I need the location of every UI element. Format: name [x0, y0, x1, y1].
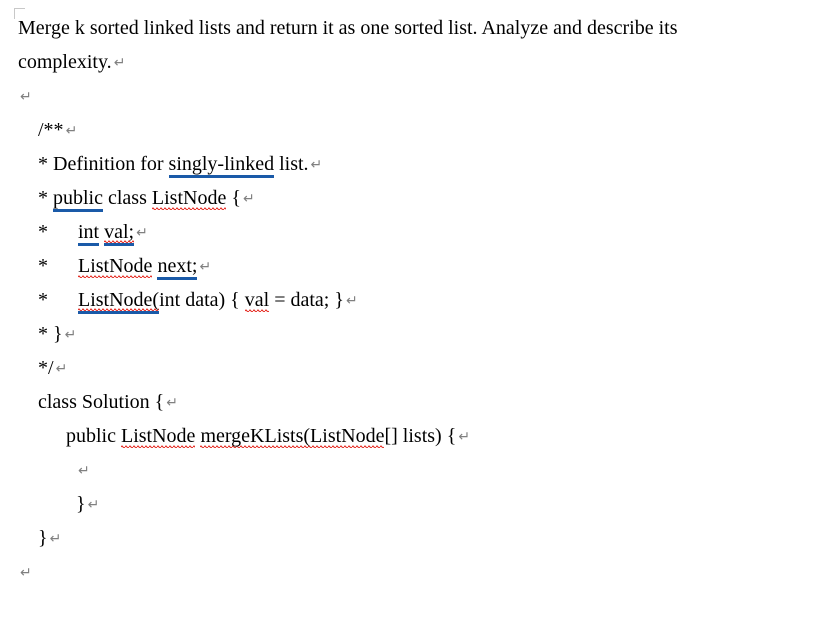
code-line: * Definition for singly-linked list.↵ [18, 148, 807, 180]
code-line: }↵ [18, 488, 807, 520]
text: int data) { [159, 289, 245, 311]
paragraph-mark-icon: ↵ [18, 564, 32, 580]
code-line: ↵ [18, 454, 807, 486]
text: [] lists) { [384, 425, 456, 447]
code-line: * ListNode next;↵ [18, 250, 807, 282]
code-line: class Solution {↵ [18, 386, 807, 418]
paragraph-mark-icon: ↵ [456, 428, 470, 444]
code-line: * ListNode(int data) { val = data; }↵ [18, 284, 807, 316]
text: * } [38, 323, 63, 345]
grammar-flag: next; [157, 255, 197, 278]
text: Merge k sorted linked lists and return i… [18, 17, 677, 39]
problem-statement-line2: complexity.↵ [18, 46, 807, 78]
text: { [226, 187, 241, 209]
paragraph-mark-icon: ↵ [309, 156, 323, 172]
spell-flag: ListNode [152, 187, 226, 210]
paragraph-mark-icon: ↵ [76, 462, 90, 478]
code-line: * int val;↵ [18, 216, 807, 248]
text: class Solution { [38, 391, 164, 413]
paragraph-mark-icon: ↵ [63, 326, 77, 342]
text: * [38, 221, 53, 243]
text: list. [274, 153, 308, 175]
text: * Definition for [38, 153, 169, 175]
paragraph-mark-icon: ↵ [344, 292, 358, 308]
paragraph-mark-icon: ↵ [18, 88, 32, 104]
code-line: * }↵ [18, 318, 807, 350]
text: complexity. [18, 51, 112, 73]
text: = data; } [269, 289, 344, 311]
grammar-flag: int [78, 221, 99, 244]
text: } [76, 493, 86, 515]
text: * [38, 289, 53, 311]
spell-flag: val [245, 289, 269, 312]
paragraph-mark-icon: ↵ [48, 530, 62, 546]
text: } [38, 527, 48, 549]
code-line: */↵ [18, 352, 807, 384]
text: * [38, 187, 53, 209]
paragraph-mark-icon: ↵ [164, 394, 178, 410]
blank-line: ↵ [18, 556, 807, 588]
paragraph-mark-icon: ↵ [54, 360, 68, 376]
grammar-flag: public [53, 187, 103, 210]
spell-flag: mergeKLists(ListNode [200, 425, 384, 448]
text: class [103, 187, 152, 209]
spell-flag: ListNode [78, 255, 152, 278]
spell-flag: val; [104, 221, 134, 244]
paragraph-mark-icon: ↵ [112, 54, 126, 70]
text: /** [38, 119, 64, 141]
grammar-flag: singly-linked [169, 153, 275, 176]
code-line: /**↵ [18, 114, 807, 146]
paragraph-mark-icon: ↵ [86, 496, 100, 512]
problem-statement-line1: Merge k sorted linked lists and return i… [18, 12, 807, 44]
paragraph-mark-icon: ↵ [241, 190, 255, 206]
paragraph-mark-icon: ↵ [197, 258, 211, 274]
paragraph-mark-icon: ↵ [64, 122, 78, 138]
spell-flag: ListNode [121, 425, 195, 448]
text: * [38, 255, 53, 277]
code-line: * public class ListNode {↵ [18, 182, 807, 214]
paragraph-mark-icon: ↵ [134, 224, 148, 240]
text: */ [38, 357, 54, 379]
blank-line: ↵ [18, 80, 807, 112]
code-line: public ListNode mergeKLists(ListNode[] l… [18, 420, 807, 452]
code-line: }↵ [18, 522, 807, 554]
spell-flag: ListNode( [78, 289, 159, 312]
text: public [66, 425, 121, 447]
